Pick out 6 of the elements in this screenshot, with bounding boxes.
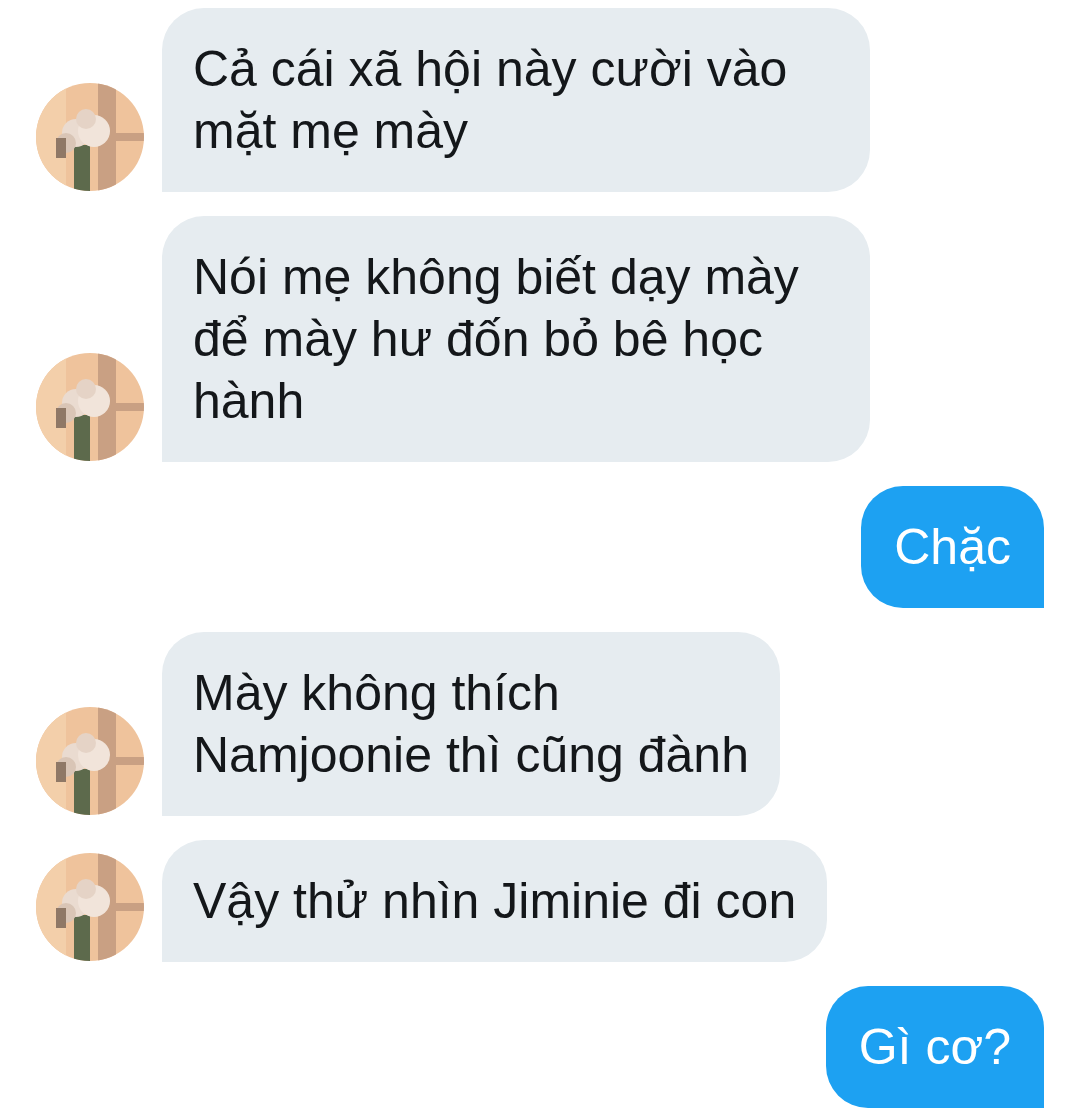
- message-bubble: Mày không thích Namjoonie thì cũng đành: [162, 632, 780, 816]
- message-bubble: Cả cái xã hội này cười vào mặt mẹ mày: [162, 8, 870, 192]
- message-bubble: Chặc: [861, 486, 1044, 608]
- message-bubble: Vậy thử nhìn Jiminie đi con: [162, 840, 828, 962]
- message-bubble: Gì cơ?: [825, 986, 1044, 1108]
- message-bubble: Nói mẹ không biết dạy mày để mày hư đốn bỏ bê học hành: [162, 216, 870, 462]
